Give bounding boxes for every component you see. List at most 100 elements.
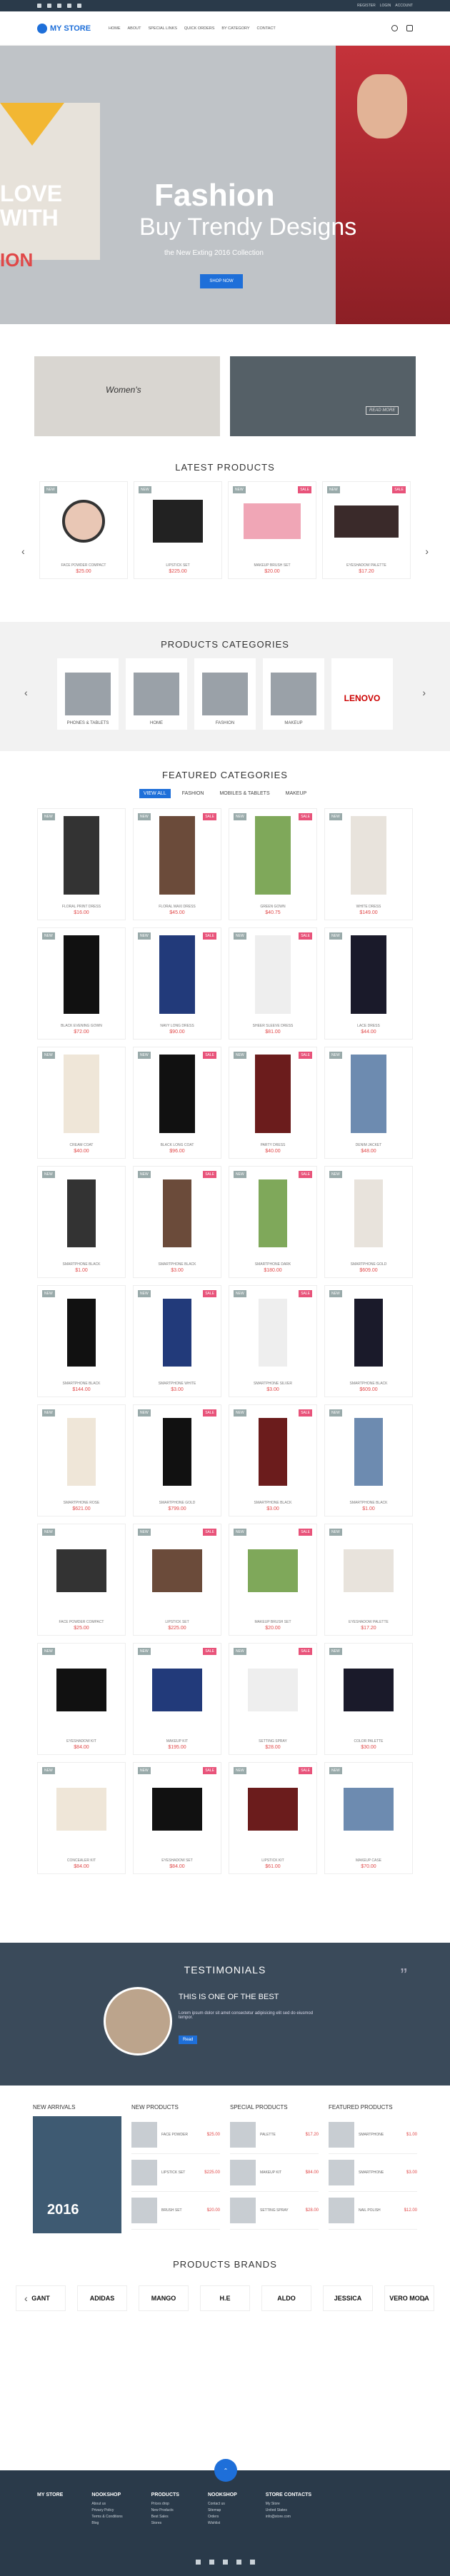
instagram-icon[interactable] (249, 2560, 255, 2565)
brand-logo[interactable]: ALDO (261, 2285, 311, 2311)
tab-view-all[interactable]: VIEW ALL (139, 789, 171, 798)
pinterest-icon[interactable] (67, 4, 71, 8)
product-card[interactable]: NEW SALE SMARTPHONE BLACK $3.00 (229, 1404, 317, 1516)
login-link[interactable]: LOGIN (380, 4, 391, 8)
product-card[interactable]: NEW CONCEALER KIT $84.00 (37, 1762, 126, 1874)
product-card[interactable]: NEW SALE GREEN GOWN $40.75 (229, 808, 317, 920)
list-item[interactable]: MAKEUP KIT $84.00 (230, 2154, 319, 2192)
product-card[interactable]: NEW SMARTPHONE BLACK $609.00 (324, 1285, 413, 1397)
category-item[interactable]: FASHION (194, 658, 256, 730)
footer-link[interactable]: Sitemap (208, 2507, 237, 2514)
product-card[interactable]: NEW SALE EYESHADOW SET $84.00 (133, 1762, 221, 1874)
product-card[interactable]: NEW SALE SETTING SPRAY $28.00 (229, 1643, 317, 1755)
list-item[interactable]: NAIL POLISH $12.00 (329, 2192, 417, 2230)
product-card[interactable]: NEW SALE SMARTPHONE BLACK $3.00 (133, 1166, 221, 1278)
instagram-icon[interactable] (77, 4, 81, 8)
product-card[interactable]: NEW SALE SHEER SLEEVE DRESS $81.00 (229, 927, 317, 1040)
brand-logo[interactable]: ADIDAS (77, 2285, 127, 2311)
twitter-icon[interactable] (209, 2560, 214, 2565)
youtube-icon[interactable] (57, 4, 61, 8)
product-card[interactable]: NEW COLOR PALETTE $30.00 (324, 1643, 413, 1755)
product-card[interactable]: NEW SALE SMARTPHONE DARK $180.00 (229, 1166, 317, 1278)
tab-fashion[interactable]: FASHION (178, 789, 209, 798)
product-card[interactable]: NEW SALE MAKEUP BRUSH SET $20.00 (229, 1524, 317, 1636)
category-item[interactable]: MAKEUP (263, 658, 324, 730)
product-card[interactable]: NEW BLACK EVENING GOWN $72.00 (37, 927, 126, 1040)
product-card[interactable]: NEW SALE LIPSTICK SET $225.00 (133, 1524, 221, 1636)
product-card[interactable]: NEW SMARTPHONE GOLD $609.00 (324, 1166, 413, 1278)
product-card[interactable]: NEW EYESHADOW PALETTE $17.20 (324, 1524, 413, 1636)
brand-logo[interactable]: MANGO (139, 2285, 189, 2311)
footer-link[interactable]: About us (91, 2501, 122, 2507)
footer-link[interactable]: Wishlist (208, 2520, 237, 2527)
search-icon[interactable] (391, 25, 398, 31)
read-button[interactable]: Read (179, 2036, 198, 2044)
product-card[interactable]: NEW WHITE DRESS $149.00 (324, 808, 413, 920)
promo-banner-2[interactable]: READ MORE (230, 356, 416, 436)
product-card[interactable]: NEW SMARTPHONE BLACK $1.00 (37, 1166, 126, 1278)
nav-about[interactable]: ABOUT (128, 26, 141, 31)
brand-logo[interactable]: JESSICA (323, 2285, 373, 2311)
facebook-icon[interactable] (195, 2560, 201, 2565)
product-card[interactable]: NEW SALE MAKEUP KIT $195.00 (133, 1643, 221, 1755)
shop-now-button[interactable]: SHOP NOW (200, 274, 243, 288)
product-card[interactable]: NEW MAKEUP CASE $70.00 (324, 1762, 413, 1874)
product-card[interactable]: NEW SMARTPHONE BLACK $1.00 (324, 1404, 413, 1516)
product-card[interactable]: NEW LIPSTICK SET $225.00 (134, 481, 222, 579)
product-card[interactable]: NEW CREAM COAT $40.00 (37, 1047, 126, 1159)
product-card[interactable]: NEW SMARTPHONE BLACK $144.00 (37, 1285, 126, 1397)
carousel-prev-icon[interactable]: ‹ (24, 687, 28, 698)
footer-link[interactable]: Contact us (208, 2501, 237, 2507)
register-link[interactable]: REGISTER (357, 4, 376, 8)
category-item[interactable]: PHONES & TABLETS (57, 658, 119, 730)
footer-link[interactable]: Orders (208, 2514, 237, 2520)
nav-quick-orders[interactable]: QUICK ORDERS (184, 26, 214, 31)
footer-link[interactable]: Best Sales (151, 2514, 179, 2520)
product-card[interactable]: NEW SALE BLACK LONG COAT $96.00 (133, 1047, 221, 1159)
promo-banner-1[interactable]: Women's (34, 356, 220, 436)
footer-link[interactable]: Stores (151, 2520, 179, 2527)
footer-link[interactable]: Terms & Conditions (91, 2514, 122, 2520)
product-card[interactable]: NEW SALE NAVY LONG DRESS $90.00 (133, 927, 221, 1040)
twitter-icon[interactable] (47, 4, 51, 8)
category-item[interactable]: HOME (126, 658, 187, 730)
footer-link[interactable]: Privacy Policy (91, 2507, 122, 2514)
list-item[interactable]: PALETTE $17.20 (230, 2116, 319, 2154)
carousel-next-icon[interactable]: › (422, 687, 426, 698)
carousel-next-icon[interactable]: › (425, 545, 429, 557)
list-item[interactable]: LIPSTICK SET $225.00 (131, 2154, 220, 2192)
youtube-icon[interactable] (222, 2560, 228, 2565)
product-card[interactable]: NEW DENIM JACKET $48.00 (324, 1047, 413, 1159)
list-item[interactable]: BRUSH SET $20.00 (131, 2192, 220, 2230)
nav-contact[interactable]: CONTACT (257, 26, 276, 31)
product-card[interactable]: NEW SALE FLORAL MAXI DRESS $45.00 (133, 808, 221, 920)
brand-logo[interactable]: VERO MODA (384, 2285, 434, 2311)
tab-mobiles-tablets[interactable]: MOBILES & TABLETS (215, 789, 274, 798)
product-card[interactable]: NEW FACE POWDER COMPACT $25.00 (37, 1524, 126, 1636)
footer-link[interactable]: New Products (151, 2507, 179, 2514)
facebook-icon[interactable] (37, 4, 41, 8)
footer-link[interactable]: Blog (91, 2520, 122, 2527)
account-link[interactable]: ACCOUNT (395, 4, 413, 8)
footer-link[interactable]: Prices drop (151, 2501, 179, 2507)
product-card[interactable]: NEW LACE DRESS $44.00 (324, 927, 413, 1040)
product-card[interactable]: NEW SALE SMARTPHONE SILVER $3.00 (229, 1285, 317, 1397)
nav-home[interactable]: HOME (109, 26, 121, 31)
product-card[interactable]: NEW SMARTPHONE ROSE $621.00 (37, 1404, 126, 1516)
product-card[interactable]: NEW SALE SMARTPHONE WHITE $3.00 (133, 1285, 221, 1397)
product-card[interactable]: NEW EYESHADOW KIT $84.00 (37, 1643, 126, 1755)
list-item[interactable]: SMARTPHONE $1.00 (329, 2116, 417, 2154)
product-card[interactable]: NEW SALE PARTY DRESS $40.00 (229, 1047, 317, 1159)
category-item[interactable]: LENOVO (331, 658, 393, 730)
brand-logo[interactable]: H.E (200, 2285, 250, 2311)
nav-by-category[interactable]: BY CATEGORY (221, 26, 249, 31)
brand-logo[interactable]: GANT (16, 2285, 66, 2311)
scroll-top-icon[interactable]: ⌃ (214, 2459, 237, 2482)
pinterest-icon[interactable] (236, 2560, 241, 2565)
list-item[interactable]: FACE POWDER $25.00 (131, 2116, 220, 2154)
product-card[interactable]: NEW SALE EYESHADOW PALETTE $17.20 (322, 481, 411, 579)
product-card[interactable]: NEW FLORAL PRINT DRESS $16.00 (37, 808, 126, 920)
product-card[interactable]: NEW FACE POWDER COMPACT $25.00 (39, 481, 128, 579)
list-item[interactable]: SMARTPHONE $3.00 (329, 2154, 417, 2192)
carousel-next-icon[interactable]: › (422, 2293, 426, 2304)
